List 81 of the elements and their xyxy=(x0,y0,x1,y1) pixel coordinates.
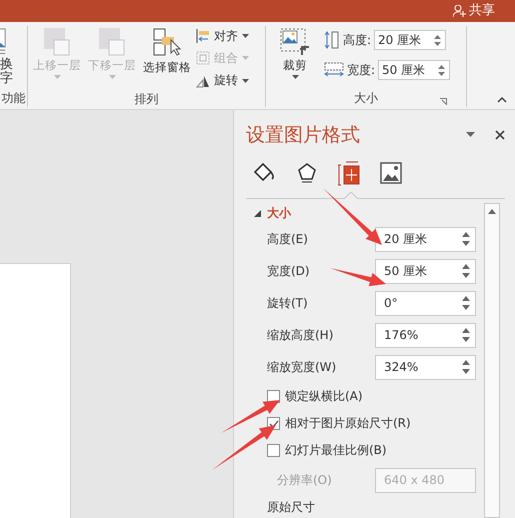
size-field[interactable]: 50 厘米 xyxy=(378,60,450,80)
align-icon xyxy=(196,29,210,44)
pentagon-icon xyxy=(296,162,318,184)
group-label: 功能 xyxy=(2,91,26,105)
caret-icon xyxy=(466,132,475,137)
spin-down-icon[interactable] xyxy=(434,42,442,46)
field-label: 高度(E) xyxy=(267,230,308,248)
button-label[interactable]: 换 xyxy=(0,58,13,72)
scrollbar[interactable] xyxy=(484,203,500,518)
checkbox-label: 锁定纵横比(A) xyxy=(285,388,363,405)
spin-up-icon[interactable] xyxy=(438,64,446,68)
spin-down-icon[interactable] xyxy=(462,305,470,310)
crop-icon xyxy=(280,28,310,56)
checkbox-label: 幻灯片最佳比例(B) xyxy=(285,442,387,459)
field-label: 宽度(D) xyxy=(267,262,310,280)
close-button[interactable] xyxy=(495,130,505,140)
rotate-button[interactable]: 旋转 xyxy=(196,72,249,90)
height-icon xyxy=(324,31,340,49)
rotate-icon xyxy=(196,74,210,88)
person-add-icon xyxy=(453,5,467,17)
layers-icon xyxy=(44,28,70,56)
field-label: 宽度: xyxy=(347,62,376,78)
spin-down-icon[interactable] xyxy=(462,369,470,374)
spin-field[interactable]: 324% xyxy=(375,354,476,380)
annotation-arrow xyxy=(212,425,276,470)
share-button[interactable]: 共享 xyxy=(453,3,495,19)
size-position-icon xyxy=(338,160,360,186)
collapse-ribbon-icon[interactable] xyxy=(497,97,507,103)
caret-icon xyxy=(108,75,116,79)
group-label: 大小 xyxy=(354,91,378,105)
annotation-arrow xyxy=(330,268,386,286)
crop-button[interactable]: 裁剪 xyxy=(269,26,321,89)
spin-down-icon[interactable] xyxy=(462,241,470,246)
spin-field[interactable]: 0° xyxy=(375,290,476,316)
spin-down-icon[interactable] xyxy=(462,273,470,278)
checkbox[interactable] xyxy=(267,444,280,457)
spin-up-icon[interactable] xyxy=(462,328,470,333)
paint-bucket-icon xyxy=(252,162,276,184)
field-label: 缩放宽度(W) xyxy=(267,358,336,376)
subsection-heading: 原始尺寸 xyxy=(267,498,315,516)
field-label: 高度: xyxy=(343,32,372,48)
caret-icon xyxy=(242,56,249,60)
check-icon xyxy=(268,420,278,428)
spin-up-icon[interactable] xyxy=(462,232,470,237)
spin-down-icon[interactable] xyxy=(462,337,470,342)
field-label: 分辨率(O) xyxy=(276,472,332,488)
spin-up-icon[interactable] xyxy=(462,264,470,269)
pane-options-button[interactable] xyxy=(466,132,475,137)
size-field[interactable]: 20 厘米 xyxy=(374,30,446,50)
annotation-arrow xyxy=(323,188,382,245)
annotation-arrow xyxy=(221,400,280,433)
dialog-launcher-icon[interactable] xyxy=(440,98,447,105)
picture-icon xyxy=(380,162,402,184)
field-label: 缩放高度(H) xyxy=(267,326,334,344)
checkbox-label: 相对于图片原始尺寸(R) xyxy=(285,415,411,432)
scroll-up-icon[interactable] xyxy=(488,209,496,214)
format-tab[interactable] xyxy=(378,160,404,186)
spin-field[interactable]: 20 厘米 xyxy=(375,226,476,252)
pane-title: 设置图片格式 xyxy=(246,122,361,148)
caret-icon xyxy=(242,78,249,83)
width-icon xyxy=(324,62,344,78)
spin-down-icon[interactable] xyxy=(438,72,446,76)
spin-up-icon[interactable] xyxy=(434,34,442,38)
group-icon xyxy=(196,51,210,66)
selection-pane-button[interactable]: 选择窗格 xyxy=(141,26,193,90)
align-button[interactable]: 对齐 xyxy=(196,27,249,46)
expand-triangle-icon[interactable] xyxy=(254,210,261,216)
close-icon xyxy=(495,130,505,140)
spin-field[interactable]: 176% xyxy=(375,322,476,348)
spin-field[interactable]: 50 厘米 xyxy=(375,258,476,284)
selection-pane-icon xyxy=(153,28,181,58)
section-heading[interactable]: 大小 xyxy=(267,204,291,222)
caret-icon xyxy=(242,34,249,38)
button-label[interactable]: 字 xyxy=(0,72,13,86)
caret-icon xyxy=(54,75,60,79)
group-label: 排列 xyxy=(134,92,158,106)
field-label: 旋转(T) xyxy=(267,294,308,312)
spin-up-icon[interactable] xyxy=(462,296,470,301)
caret-icon xyxy=(292,75,298,79)
layers-icon xyxy=(99,28,125,56)
spin-up-icon[interactable] xyxy=(462,360,470,365)
